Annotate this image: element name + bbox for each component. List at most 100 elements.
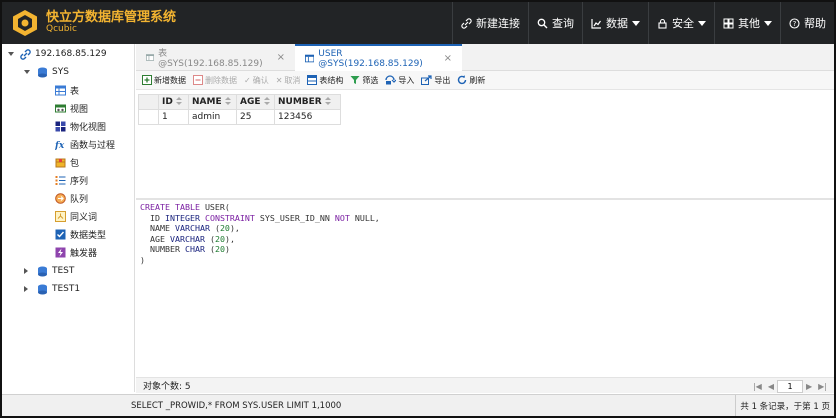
column-header[interactable]: NAME	[188, 94, 237, 110]
column-header[interactable]: NUMBER	[274, 94, 341, 110]
tree-node-server[interactable]: 192.168.85.129	[8, 46, 107, 62]
close-icon[interactable]: ×	[277, 52, 285, 63]
tab-user[interactable]: USER @SYS(192.168.85.129) ×	[295, 44, 462, 71]
last-page-icon[interactable]: ▶|	[818, 382, 827, 391]
sql-token: NULL,	[354, 212, 380, 223]
table-row[interactable]: 1 admin 25 123456	[138, 109, 341, 125]
tree-item-label: 物化视图	[70, 122, 107, 133]
export-label: 导出	[434, 75, 451, 85]
materialized-view-icon	[55, 121, 66, 131]
sql-token: CREATE TABLE	[140, 202, 205, 212]
new-connection-button[interactable]: 新建连接	[452, 2, 528, 44]
page-input[interactable]	[776, 379, 803, 393]
tree-item-trigger[interactable]: 触发器	[55, 244, 97, 260]
import-label: 导入	[398, 75, 415, 85]
refresh-label: 刷新	[469, 75, 486, 85]
data-toolbar: 新增数据 删除数据 ✓ 确认 ✕ 取消 表结构 筛选 导入 导出 刷新	[136, 71, 834, 90]
table-cell[interactable]: 123456	[274, 109, 341, 125]
sort-icon[interactable]	[263, 97, 270, 106]
structure-icon	[307, 75, 318, 85]
tree-item-label: 同义词	[70, 212, 98, 223]
select-all-cell[interactable]	[138, 94, 159, 110]
expand-icon[interactable]	[24, 286, 28, 292]
link-icon	[20, 48, 31, 60]
filter-label: 筛选	[362, 75, 379, 85]
queue-icon	[55, 192, 66, 204]
sort-icon[interactable]	[324, 97, 331, 106]
next-page-icon[interactable]: ▶	[806, 382, 812, 391]
tree-item-queue[interactable]: 队列	[55, 190, 88, 206]
schema-label: SYS	[52, 67, 69, 77]
table-cell[interactable]: admin	[188, 109, 237, 125]
tree-item-table[interactable]: 表	[55, 82, 79, 98]
column-title: ID	[162, 97, 173, 107]
prev-page-icon[interactable]: ◀	[768, 382, 774, 391]
object-count: 对象个数: 5	[143, 382, 191, 392]
schema-label: TEST1	[52, 284, 81, 294]
filter-button[interactable]: 筛选	[350, 75, 378, 86]
tree-item-label: 函数与过程	[70, 140, 116, 151]
function-icon: fx	[55, 141, 65, 150]
ddl-editor[interactable]: CREATE TABLE USER( ID INTEGER CONSTRAINT…	[140, 202, 830, 265]
grid-icon	[723, 18, 734, 28]
refresh-button[interactable]: 刷新	[457, 75, 485, 86]
export-icon	[421, 75, 433, 85]
tree-item-package[interactable]: 包	[55, 154, 79, 170]
confirm-label: 确认	[252, 75, 269, 85]
security-label: 安全	[672, 17, 694, 30]
first-page-icon[interactable]: |◀	[753, 382, 762, 391]
chevron-down-icon	[632, 20, 640, 26]
add-row-button[interactable]: 新增数据	[142, 75, 186, 86]
expand-icon[interactable]	[8, 52, 14, 56]
tab-bar: 表 @SYS(192.168.85.129) × USER @SYS(192.1…	[136, 44, 834, 71]
svg-text:fx: fx	[55, 141, 65, 150]
sort-icon[interactable]	[175, 97, 182, 106]
close-icon: ✕	[275, 75, 283, 85]
tree-node-test[interactable]: TEST	[24, 263, 74, 279]
tree-node-sys[interactable]: SYS	[24, 64, 69, 80]
data-menu[interactable]: 数据	[582, 2, 648, 44]
tab-tables[interactable]: 表 @SYS(192.168.85.129) ×	[136, 44, 295, 71]
table-icon	[305, 54, 315, 63]
confirm-button[interactable]: ✓ 确认	[244, 75, 269, 86]
cancel-button[interactable]: ✕ 取消	[276, 75, 301, 86]
query-button[interactable]: 查询	[528, 2, 582, 44]
tree-item-label: 数据类型	[70, 230, 107, 241]
sort-icon[interactable]	[224, 97, 231, 106]
table-structure-label: 表结构	[319, 75, 344, 85]
tree-item-functions[interactable]: fx 函数与过程	[55, 136, 115, 152]
sql-token: NOT	[334, 212, 355, 223]
pane-splitter[interactable]	[136, 198, 834, 200]
tree-node-test1[interactable]: TEST1	[24, 281, 80, 297]
tree-item-view[interactable]: 视图	[55, 100, 88, 116]
security-menu[interactable]: 安全	[648, 2, 714, 44]
column-header[interactable]: AGE	[236, 94, 275, 110]
table-icon	[55, 85, 66, 95]
tree-item-materialized-view[interactable]: 物化视图	[55, 118, 106, 134]
close-icon[interactable]: ×	[444, 53, 452, 64]
sql-token: CHAR	[184, 244, 210, 254]
export-button[interactable]: 导出	[421, 75, 450, 86]
row-select-cell[interactable]	[138, 109, 159, 125]
sql-token: SYS_USER_ID_NN	[259, 212, 335, 223]
sql-token: 20	[214, 244, 225, 254]
tree-item-sequence[interactable]: 序列	[55, 172, 88, 188]
expand-icon[interactable]	[24, 70, 30, 74]
table-icon	[146, 54, 155, 61]
table-cell[interactable]: 1	[158, 109, 189, 125]
delete-row-label: 删除数据	[205, 75, 237, 85]
import-button[interactable]: 导入	[385, 75, 414, 86]
other-menu[interactable]: 其他	[714, 2, 780, 44]
table-cell[interactable]: 25	[236, 109, 275, 125]
column-header[interactable]: ID	[158, 94, 189, 110]
expand-icon[interactable]	[24, 268, 28, 274]
synonym-icon	[55, 210, 66, 222]
tree-item-datatype[interactable]: 数据类型	[55, 226, 106, 242]
sql-token: NUMBER	[140, 244, 185, 254]
tree-item-synonym[interactable]: 同义词	[55, 208, 97, 224]
delete-row-button[interactable]: 删除数据	[193, 75, 237, 86]
help-label: 帮助	[804, 17, 826, 30]
help-button[interactable]: ? 帮助	[780, 2, 834, 44]
table-structure-button[interactable]: 表结构	[307, 75, 343, 86]
other-label: 其他	[738, 17, 760, 30]
